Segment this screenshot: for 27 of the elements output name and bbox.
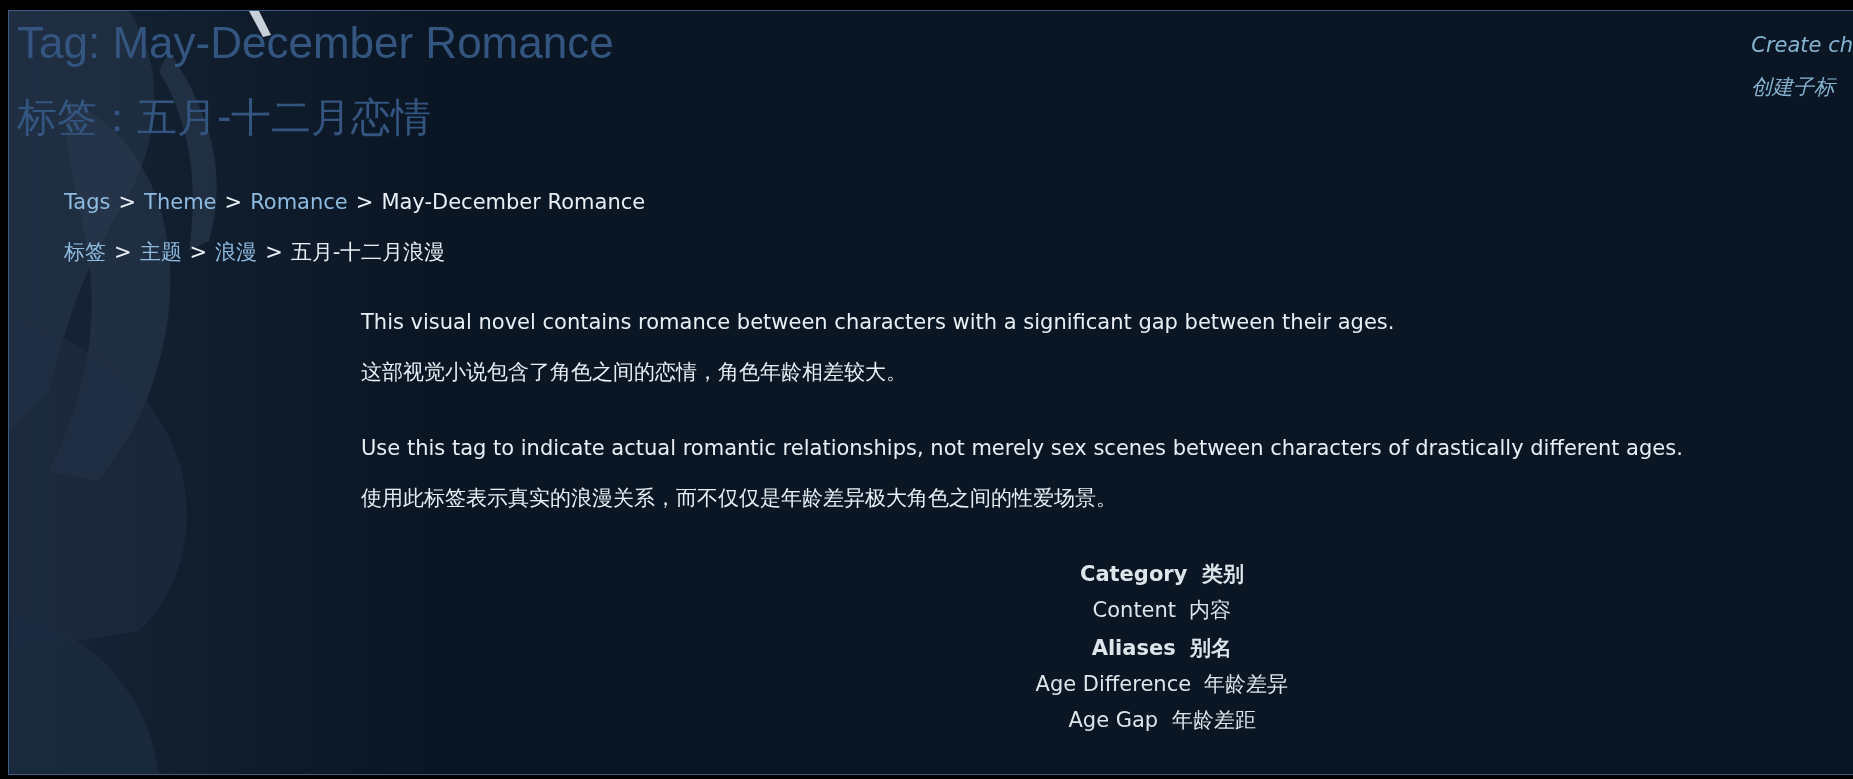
property-label: Category 类别 — [1080, 561, 1244, 588]
property-label: Aliases 别名 — [1091, 635, 1233, 662]
breadcrumb-current: 五月-十二月浪漫 — [290, 239, 446, 266]
breadcrumb-link[interactable]: 主题 — [139, 239, 182, 266]
breadcrumb-current: May-December Romance — [381, 189, 646, 216]
separator: > — [189, 239, 208, 266]
breadcrumb-link[interactable]: 浪漫 — [215, 239, 258, 266]
create-child-link[interactable]: 创建子标 — [1751, 73, 1853, 101]
separator: > — [265, 239, 283, 266]
separator: > — [114, 239, 132, 266]
breadcrumb-link[interactable]: Tags — [64, 189, 111, 216]
description-text: 这部视觉小说包含了角色之间的恋情，角色年龄相差较大。 — [361, 359, 908, 386]
breadcrumb-link[interactable]: Theme — [144, 189, 217, 216]
separator: > — [224, 189, 243, 216]
page-title: Tag: May-December Romance — [17, 19, 614, 68]
breadcrumb-link[interactable]: Romance — [250, 189, 348, 216]
create-child-link[interactable]: Create ch — [1751, 33, 1853, 57]
separator: > — [355, 189, 374, 216]
description-text: 使用此标签表示真实的浪漫关系，而不仅仅是年龄差异极大角色之间的性爱场景。 — [361, 485, 1118, 512]
property-value: Content 内容 — [1092, 597, 1232, 624]
separator: > — [118, 189, 137, 216]
description-text: Use this tag to indicate actual romantic relationships, not merely sex scenes between characters of drastically different ages. — [361, 435, 1684, 462]
description-text: This visual novel contains romance between characters with a significant gap between their ages. — [361, 309, 1396, 336]
breadcrumb-link[interactable]: 标签 — [64, 239, 106, 266]
page-title: 标签：五月-十二月恋情 — [17, 95, 433, 140]
property-value: Age Difference 年龄差异 — [1035, 671, 1289, 698]
property-value: Age Gap 年龄差距 — [1068, 707, 1256, 734]
